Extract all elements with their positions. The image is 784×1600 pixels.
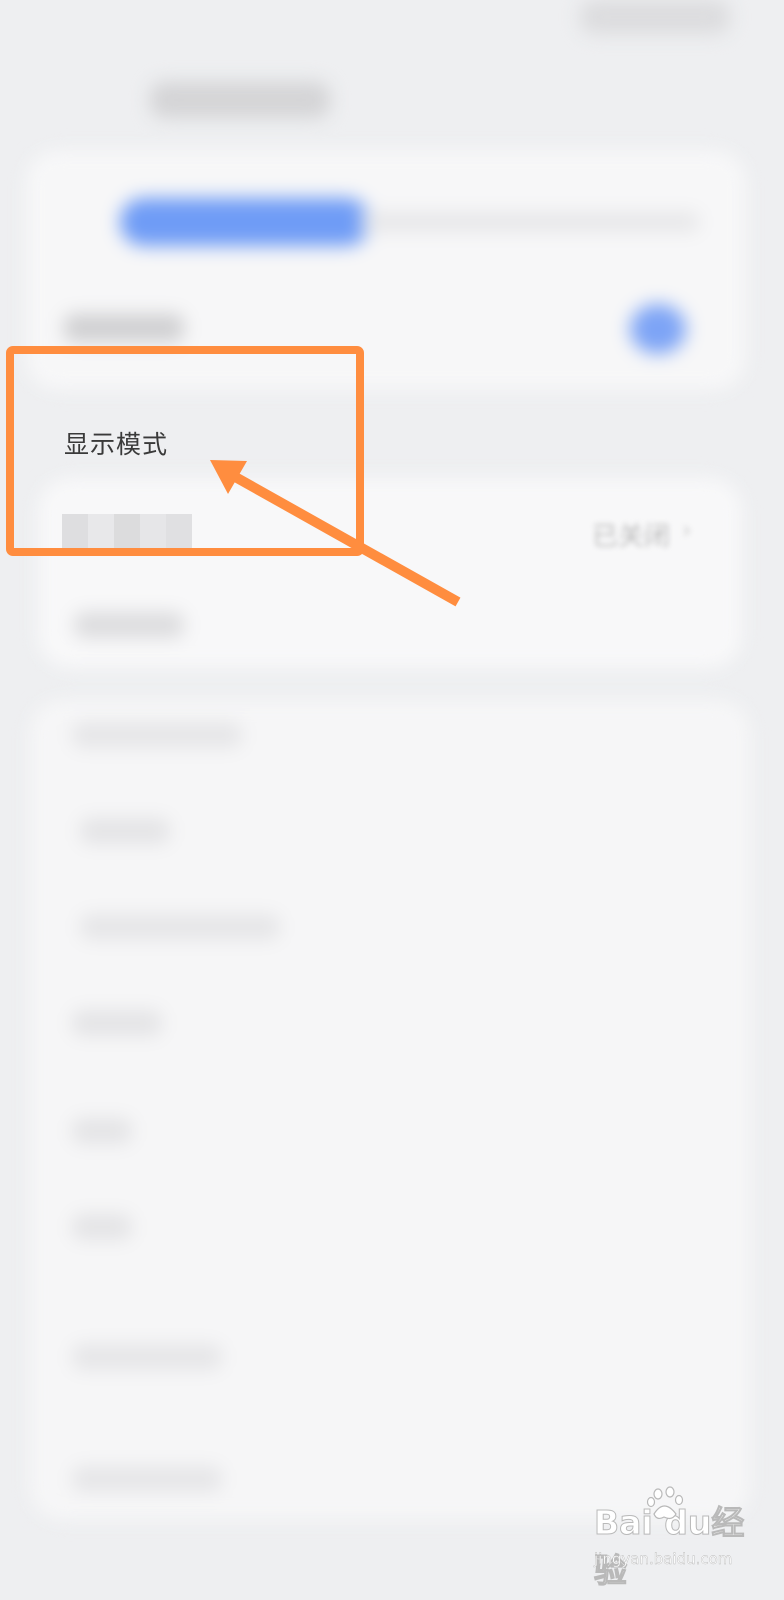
row-label-blob (74, 612, 184, 638)
top-card (26, 150, 746, 390)
list-row-5 (72, 1118, 132, 1144)
slider-track (360, 212, 700, 232)
list-row-4 (72, 1010, 162, 1036)
chevron-right-icon: › (682, 516, 692, 544)
toggle-blob (630, 304, 686, 354)
list-row-3 (80, 914, 280, 940)
blurred-background (0, 0, 784, 1600)
display-mode-card (38, 478, 742, 668)
status-value[interactable]: 已关闭 (592, 516, 670, 553)
slider-fill (120, 198, 370, 246)
watermark-url: jingyan.baidu.com (594, 1550, 733, 1568)
pixelated-row-label (62, 514, 192, 548)
display-mode-title: 显示模式 (64, 430, 169, 459)
list-row-6 (72, 1214, 132, 1240)
list-row-7 (72, 1344, 222, 1370)
settings-screen: 显示模式 已关闭 › Bai du经验 jingyan.baidu.com (0, 0, 784, 1600)
baidu-watermark: Bai du经验 jingyan.baidu.com (594, 1484, 774, 1596)
header-blob (580, 0, 730, 34)
list-row-8 (72, 1466, 222, 1492)
list-row-2 (80, 818, 170, 844)
title-blob (150, 82, 330, 118)
list-row-1 (72, 722, 242, 748)
paw-icon (646, 1486, 684, 1520)
setting-label-blob (64, 314, 184, 342)
